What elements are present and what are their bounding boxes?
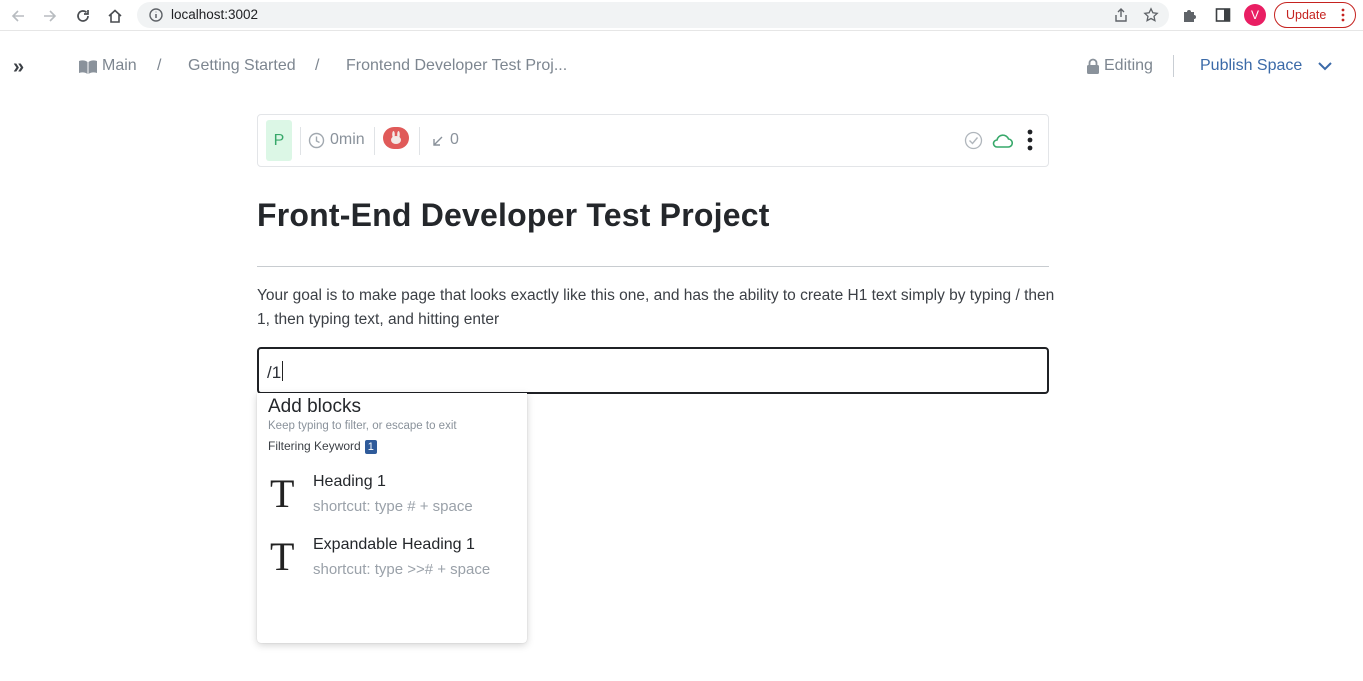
menu-title: Add blocks: [268, 396, 361, 417]
update-button[interactable]: Update: [1274, 2, 1356, 28]
home-button[interactable]: [104, 5, 126, 27]
breadcrumb-getting-started[interactable]: Getting Started: [188, 57, 296, 75]
block-editor-input[interactable]: /1: [257, 347, 1049, 394]
breadcrumb-separator: /: [315, 57, 320, 74]
editing-mode-toggle[interactable]: Editing: [1104, 57, 1153, 75]
star-icon[interactable]: [1143, 7, 1159, 23]
read-time: 0min: [330, 131, 365, 148]
breadcrumb-separator: /: [157, 57, 162, 74]
back-button[interactable]: [7, 5, 29, 27]
editor-input-text: /1: [267, 363, 282, 382]
backlinks-count[interactable]: 0: [450, 131, 459, 149]
update-label: Update: [1286, 8, 1327, 22]
filter-label: Filtering Keyword: [268, 439, 361, 453]
menu-item-label: Heading 1: [313, 473, 386, 490]
menu-item-expandable-heading-1[interactable]: T Expandable Heading 1 shortcut: type >>…: [257, 531, 527, 591]
rabbit-avatar-icon[interactable]: [383, 127, 409, 149]
header-divider: [1173, 55, 1174, 77]
url-text[interactable]: localhost:3002: [171, 7, 258, 22]
browser-toolbar: localhost:3002 V Update: [0, 0, 1363, 31]
filter-keyword-badge: 1: [364, 440, 377, 454]
arrow-left-icon: [11, 10, 24, 22]
page-initial-badge[interactable]: P: [266, 120, 292, 161]
info-icon[interactable]: [148, 7, 164, 23]
arrow-down-left-icon: [433, 136, 443, 146]
profile-avatar[interactable]: V: [1244, 4, 1266, 26]
chevron-down-icon[interactable]: [1316, 59, 1334, 73]
text-type-icon: T: [270, 534, 295, 579]
text-type-icon: T: [270, 471, 295, 516]
cloud-icon[interactable]: [991, 132, 1013, 149]
breadcrumb-current-page[interactable]: Frontend Developer Test Proj...: [346, 57, 567, 75]
address-bar[interactable]: localhost:3002: [137, 2, 1169, 28]
extensions-icon[interactable]: [1181, 6, 1199, 24]
share-icon[interactable]: [1113, 7, 1129, 23]
text-caret: [282, 361, 284, 381]
reload-button[interactable]: [72, 5, 94, 27]
more-vertical-icon[interactable]: [1027, 128, 1033, 152]
home-icon: [108, 9, 122, 23]
page-title[interactable]: Front-End Developer Test Project: [257, 197, 770, 234]
check-circle-icon[interactable]: [964, 131, 983, 150]
clock-icon: [308, 132, 325, 149]
lock-icon: [1087, 58, 1099, 74]
reload-icon: [77, 10, 89, 22]
menu-item-label: Expandable Heading 1: [313, 536, 475, 553]
breadcrumb-main[interactable]: Main: [102, 57, 137, 75]
menu-item-heading-1[interactable]: T Heading 1 shortcut: type # + space: [257, 468, 527, 528]
app-header: » Main / Getting Started / Frontend Deve…: [0, 32, 1363, 102]
forward-button[interactable]: [39, 5, 61, 27]
rabbit-icon: [391, 131, 401, 144]
arrow-right-icon: [44, 10, 57, 22]
title-divider: [257, 266, 1049, 267]
expand-sidebar-button[interactable]: »: [13, 56, 24, 79]
meta-divider: [419, 127, 420, 155]
filter-row: Filtering Keyword 1: [268, 439, 377, 454]
side-panel-icon[interactable]: [1214, 6, 1232, 24]
more-vertical-icon: [1341, 8, 1345, 22]
menu-item-shortcut: shortcut: type >># + space: [313, 561, 491, 578]
page-meta-bar: P 0min 0: [257, 114, 1049, 167]
meta-divider: [300, 127, 301, 155]
menu-hint: Keep typing to filter, or escape to exit: [268, 420, 457, 432]
menu-item-shortcut: shortcut: type # + space: [313, 498, 473, 515]
book-icon: [79, 60, 97, 74]
meta-divider: [374, 127, 375, 155]
add-blocks-menu: Add blocks Keep typing to filter, or esc…: [257, 393, 527, 643]
body-paragraph[interactable]: Your goal is to make page that looks exa…: [257, 284, 1057, 332]
publish-space-button[interactable]: Publish Space: [1200, 57, 1302, 75]
